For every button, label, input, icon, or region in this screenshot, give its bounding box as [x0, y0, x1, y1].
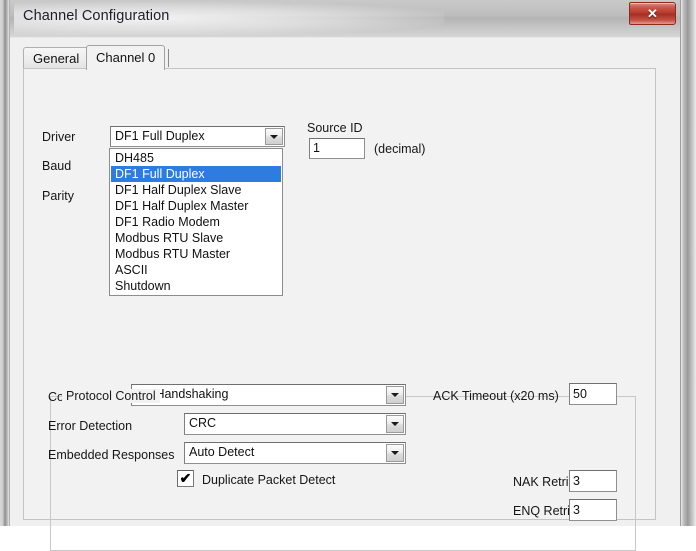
- source-id-decimal-note: (decimal): [374, 142, 426, 156]
- close-button[interactable]: ✕: [629, 2, 676, 25]
- embedded-responses-label: Embedded Responses: [48, 448, 175, 462]
- source-id-input[interactable]: 1: [309, 138, 365, 159]
- ack-timeout-label: ACK Timeout (x20 ms): [433, 389, 559, 403]
- chevron-down-icon: [270, 134, 278, 139]
- list-item[interactable]: ASCII: [111, 262, 281, 278]
- control-line-combobox[interactable]: No Handshaking: [131, 384, 406, 406]
- control-line-value: No Handshaking: [136, 387, 229, 401]
- driver-label: Driver: [42, 130, 76, 144]
- list-item[interactable]: Modbus RTU Slave: [111, 230, 281, 246]
- baud-label: Baud: [42, 159, 72, 173]
- list-item[interactable]: DF1 Half Duplex Master: [111, 198, 281, 214]
- list-item[interactable]: Modbus RTU Master: [111, 246, 281, 262]
- duplicate-packet-detect-checkbox[interactable]: ✔: [177, 470, 194, 487]
- list-item[interactable]: DF1 Half Duplex Slave: [111, 182, 281, 198]
- list-item[interactable]: DF1 Full Duplex: [111, 166, 281, 182]
- tab-channel-0[interactable]: Channel 0: [86, 45, 166, 70]
- list-item[interactable]: Shutdown: [111, 278, 281, 294]
- driver-combobox-value: DF1 Full Duplex: [115, 129, 205, 143]
- ack-timeout-input[interactable]: 50: [569, 383, 617, 405]
- embedded-responses-value: Auto Detect: [189, 445, 255, 459]
- tabstrip: General Channel 0: [23, 45, 656, 70]
- error-detection-label: Error Detection: [48, 419, 133, 433]
- parity-label: Parity: [42, 189, 74, 203]
- nak-retries-input[interactable]: 3: [569, 470, 617, 492]
- embedded-responses-combobox[interactable]: Auto Detect: [184, 442, 406, 464]
- duplicate-packet-detect-label: Duplicate Packet Detect: [202, 473, 336, 487]
- control-line-dropdown-button[interactable]: [386, 386, 404, 404]
- window-frame-left-edge: [0, 0, 9, 526]
- chevron-down-icon: [391, 451, 399, 455]
- error-detection-value: CRC: [189, 416, 217, 430]
- close-icon: ✕: [647, 5, 658, 21]
- checkmark-icon: ✔: [179, 470, 192, 486]
- window-title: Channel Configuration: [23, 8, 170, 24]
- list-item[interactable]: DF1 Radio Modem: [111, 214, 281, 230]
- tab-focus-caret: [168, 49, 169, 67]
- embedded-responses-dropdown-button[interactable]: [386, 444, 404, 462]
- driver-combobox-dropdown-button[interactable]: [265, 128, 283, 145]
- driver-combobox[interactable]: DF1 Full Duplex: [110, 126, 285, 147]
- tab-general[interactable]: General: [23, 47, 90, 69]
- dialog-client-area: General Channel 0 Driver Baud Parity DF1…: [10, 37, 680, 551]
- window-frame-right-edge: [681, 0, 696, 526]
- chevron-down-icon: [391, 422, 399, 426]
- chevron-down-icon: [391, 393, 399, 397]
- error-detection-combobox[interactable]: CRC: [184, 413, 406, 435]
- protocol-control-title: Protocol Control: [62, 389, 160, 403]
- source-id-label: Source ID: [307, 121, 363, 135]
- desktop-background: Channel Configuration ✕ General Channel …: [0, 0, 696, 551]
- driver-dropdown-list[interactable]: DH485 DF1 Full Duplex DF1 Half Duplex Sl…: [109, 148, 283, 296]
- error-detection-dropdown-button[interactable]: [386, 415, 404, 433]
- window-titlebar[interactable]: Channel Configuration ✕: [10, 0, 680, 37]
- enq-retries-input[interactable]: 3: [569, 499, 617, 521]
- channel-configuration-window: Channel Configuration ✕ General Channel …: [9, 0, 681, 551]
- list-item[interactable]: DH485: [111, 150, 281, 166]
